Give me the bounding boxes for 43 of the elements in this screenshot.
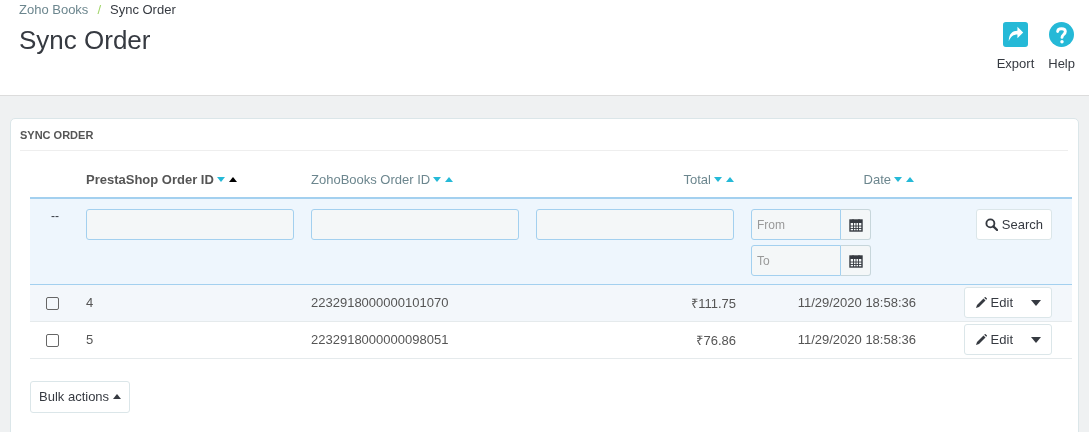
column-header: Date	[863, 171, 891, 187]
row-checkbox[interactable]	[46, 334, 59, 348]
table-cell: 11/29/2020 18:58:36	[797, 295, 916, 310]
pencil-icon	[974, 333, 987, 346]
bulk-actions-button[interactable]: Bulk actions	[30, 380, 131, 413]
date-from-field[interactable]: From	[751, 209, 841, 240]
column-header: Total	[683, 171, 711, 187]
edit-button-group[interactable]: Edit	[963, 324, 1052, 355]
table-cell: 5	[86, 332, 94, 347]
table-cell: ₹76.86	[696, 332, 736, 348]
row-checkbox[interactable]	[46, 297, 59, 311]
sort-arrows-icon[interactable]	[216, 175, 239, 184]
table-cell: 2232918000000098051	[311, 332, 449, 347]
panel-title: SYNC ORDER	[20, 128, 94, 141]
calendar-button[interactable]	[841, 245, 871, 276]
column-header: PrestaShop Order ID	[86, 171, 214, 187]
search-button[interactable]: Search	[975, 209, 1052, 240]
caret-icon	[1031, 336, 1041, 343]
help-icon	[1049, 22, 1075, 47]
breadcrumb-current: Sync Order	[110, 2, 176, 17]
pencil-icon	[974, 296, 987, 309]
filter-marker: --	[51, 209, 59, 223]
breadcrumb-separator: /	[97, 2, 101, 17]
caret-icon	[1031, 299, 1041, 306]
table-cell: 4	[86, 295, 94, 310]
calendar-icon	[848, 217, 863, 232]
table-cell: 11/29/2020 18:58:36	[797, 332, 916, 347]
column-header: ZohoBooks Order ID	[311, 171, 431, 187]
edit-button-group[interactable]: Edit	[963, 287, 1052, 318]
filter-input[interactable]	[86, 209, 294, 240]
export-button[interactable]: Export	[996, 22, 1035, 95]
help-button[interactable]: Help	[1048, 22, 1075, 95]
table-cell: 2232918000000101070	[311, 295, 449, 310]
filter-input[interactable]	[311, 209, 519, 240]
filter-input[interactable]	[536, 209, 734, 240]
caret-icon	[113, 394, 122, 399]
search-icon	[984, 218, 998, 231]
calendar-button[interactable]	[841, 209, 871, 240]
breadcrumb-link[interactable]: Zoho Books	[19, 2, 89, 17]
table-cell: ₹111.75	[691, 295, 736, 311]
page-title: Sync Order	[19, 25, 152, 56]
date-to-field[interactable]: To	[751, 245, 841, 276]
calendar-icon	[848, 253, 863, 268]
